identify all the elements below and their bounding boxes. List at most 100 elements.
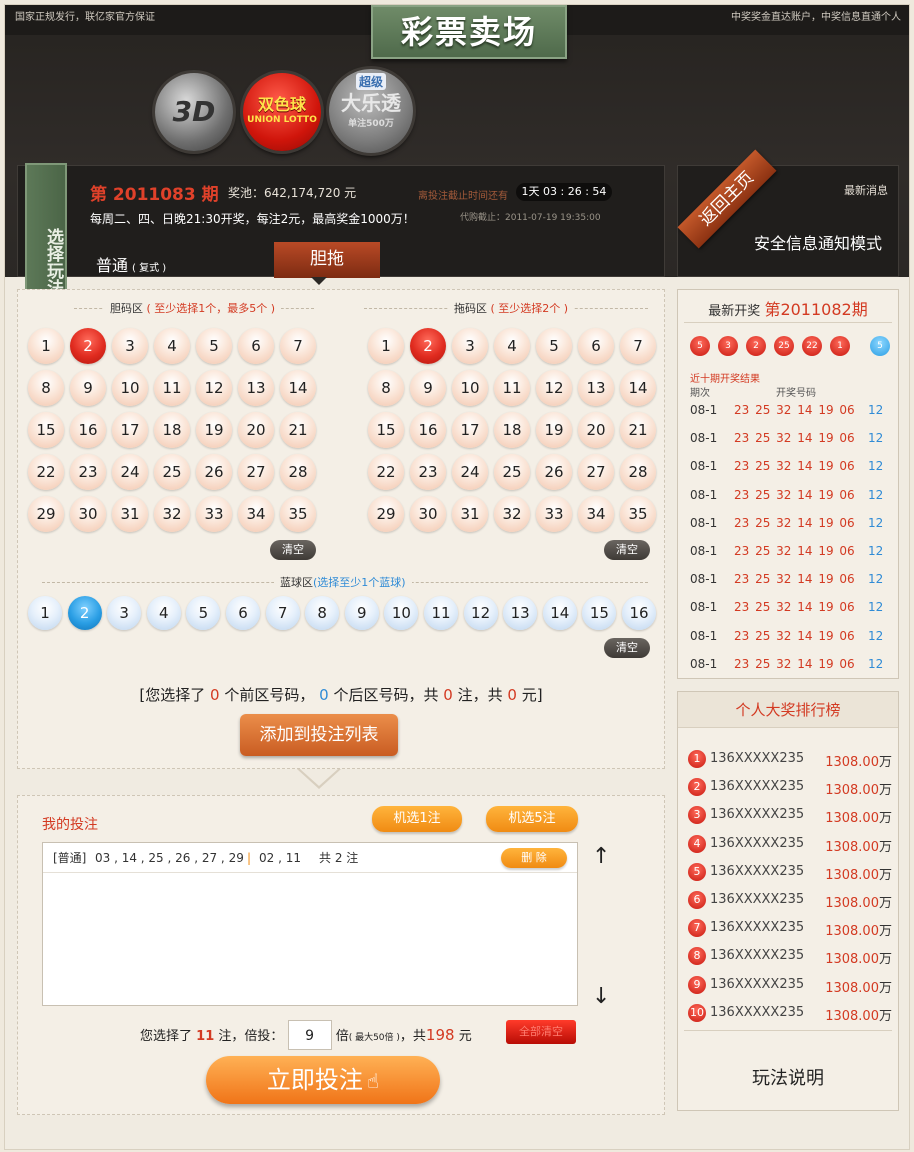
number-ball[interactable]: 9 (70, 370, 106, 406)
number-ball[interactable]: 27 (578, 454, 614, 490)
number-ball[interactable]: 17 (112, 412, 148, 448)
random-1-button[interactable]: 机选1注 (372, 806, 462, 832)
number-ball[interactable]: 22 (368, 454, 404, 490)
number-ball[interactable]: 3 (452, 328, 488, 364)
number-ball[interactable]: 10 (112, 370, 148, 406)
number-ball[interactable]: 5 (536, 328, 572, 364)
number-ball[interactable]: 5 (196, 328, 232, 364)
multiple-input[interactable]: 9 (287, 1020, 332, 1050)
tuo-clear-button[interactable]: 清空 (604, 540, 650, 560)
number-ball[interactable]: 18 (154, 412, 190, 448)
number-ball[interactable]: 19 (536, 412, 572, 448)
number-ball[interactable]: 23 (410, 454, 446, 490)
number-ball[interactable]: 33 (196, 496, 232, 532)
number-ball[interactable]: 26 (196, 454, 232, 490)
number-ball[interactable]: 13 (578, 370, 614, 406)
number-ball[interactable]: 17 (452, 412, 488, 448)
blue-ball[interactable]: 3 (107, 596, 142, 630)
number-ball[interactable]: 32 (154, 496, 190, 532)
number-ball[interactable]: 15 (28, 412, 64, 448)
blue-ball[interactable]: 2 (67, 596, 102, 630)
number-ball[interactable]: 20 (238, 412, 274, 448)
number-ball[interactable]: 30 (70, 496, 106, 532)
blue-ball[interactable]: 14 (542, 596, 577, 630)
number-ball[interactable]: 22 (28, 454, 64, 490)
blue-ball[interactable]: 1 (28, 596, 62, 630)
number-ball[interactable]: 8 (368, 370, 404, 406)
number-ball[interactable]: 4 (154, 328, 190, 364)
blue-ball[interactable]: 8 (305, 596, 340, 630)
logo-3d[interactable]: 3D (155, 73, 233, 151)
number-ball[interactable]: 2 (70, 328, 106, 364)
number-ball[interactable]: 30 (410, 496, 446, 532)
number-ball[interactable]: 29 (368, 496, 404, 532)
number-ball[interactable]: 11 (494, 370, 530, 406)
number-ball[interactable]: 29 (28, 496, 64, 532)
number-ball[interactable]: 9 (410, 370, 446, 406)
blue-ball[interactable]: 4 (146, 596, 181, 630)
blue-ball[interactable]: 13 (503, 596, 538, 630)
blue-ball[interactable]: 11 (424, 596, 458, 630)
number-ball[interactable]: 25 (494, 454, 530, 490)
number-ball[interactable]: 12 (196, 370, 232, 406)
number-ball[interactable]: 31 (452, 496, 488, 532)
number-ball[interactable]: 7 (620, 328, 656, 364)
rules-link[interactable]: 玩法说明 (678, 1064, 898, 1090)
scroll-down-arrow[interactable]: ↓ (592, 984, 610, 1009)
number-ball[interactable]: 3 (112, 328, 148, 364)
blue-ball[interactable]: 6 (226, 596, 260, 630)
number-ball[interactable]: 21 (280, 412, 316, 448)
number-ball[interactable]: 4 (494, 328, 530, 364)
submit-bet-button[interactable]: 立即投注 ☝ (206, 1056, 440, 1104)
number-ball[interactable]: 21 (620, 412, 656, 448)
number-ball[interactable]: 32 (494, 496, 530, 532)
number-ball[interactable]: 34 (238, 496, 274, 532)
random-5-button[interactable]: 机选5注 (486, 806, 578, 832)
number-ball[interactable]: 8 (28, 370, 64, 406)
number-ball[interactable]: 27 (238, 454, 274, 490)
number-ball[interactable]: 25 (154, 454, 190, 490)
number-ball[interactable]: 34 (578, 496, 614, 532)
number-ball[interactable]: 14 (280, 370, 316, 406)
delete-entry-button[interactable]: 删 除 (501, 848, 567, 868)
news-text[interactable]: 安全信息通知模式 (754, 230, 882, 254)
number-ball[interactable]: 6 (578, 328, 614, 364)
number-ball[interactable]: 13 (238, 370, 274, 406)
logo-shuangseqiu[interactable]: 双色球 UNION LOTTO (243, 73, 321, 151)
number-ball[interactable]: 28 (280, 454, 316, 490)
number-ball[interactable]: 11 (154, 370, 190, 406)
number-ball[interactable]: 33 (536, 496, 572, 532)
number-ball[interactable]: 35 (280, 496, 316, 532)
number-ball[interactable]: 14 (620, 370, 656, 406)
scroll-up-arrow[interactable]: ↑ (592, 844, 610, 869)
number-ball[interactable]: 12 (536, 370, 572, 406)
number-ball[interactable]: 7 (280, 328, 316, 364)
number-ball[interactable]: 23 (70, 454, 106, 490)
blue-ball[interactable]: 10 (384, 596, 419, 630)
blue-ball[interactable]: 9 (344, 596, 379, 630)
number-ball[interactable]: 1 (28, 328, 64, 364)
number-ball[interactable]: 20 (578, 412, 614, 448)
blue-ball[interactable]: 16 (622, 596, 656, 630)
mode-dantuo-tab[interactable]: 胆拖 (274, 242, 380, 278)
blue-ball[interactable]: 15 (582, 596, 617, 630)
number-ball[interactable]: 6 (238, 328, 274, 364)
clear-all-button[interactable]: 全部清空 (506, 1020, 576, 1044)
number-ball[interactable]: 16 (410, 412, 446, 448)
number-ball[interactable]: 26 (536, 454, 572, 490)
number-ball[interactable]: 16 (70, 412, 106, 448)
blue-ball[interactable]: 5 (186, 596, 221, 630)
logo-daletou[interactable]: 超级 大乐透 单注500万 (329, 69, 413, 153)
number-ball[interactable]: 15 (368, 412, 404, 448)
number-ball[interactable]: 28 (620, 454, 656, 490)
number-ball[interactable]: 1 (368, 328, 404, 364)
number-ball[interactable]: 35 (620, 496, 656, 532)
number-ball[interactable]: 18 (494, 412, 530, 448)
number-ball[interactable]: 10 (452, 370, 488, 406)
number-ball[interactable]: 2 (410, 328, 446, 364)
blue-clear-button[interactable]: 清空 (604, 638, 650, 658)
add-to-list-button[interactable]: 添加到投注列表 (240, 714, 398, 756)
dan-clear-button[interactable]: 清空 (270, 540, 316, 560)
bet-list[interactable]: [普通] 03 , 14 , 25 , 26 , 27 , 29 | 02 , … (42, 842, 578, 1006)
number-ball[interactable]: 24 (452, 454, 488, 490)
